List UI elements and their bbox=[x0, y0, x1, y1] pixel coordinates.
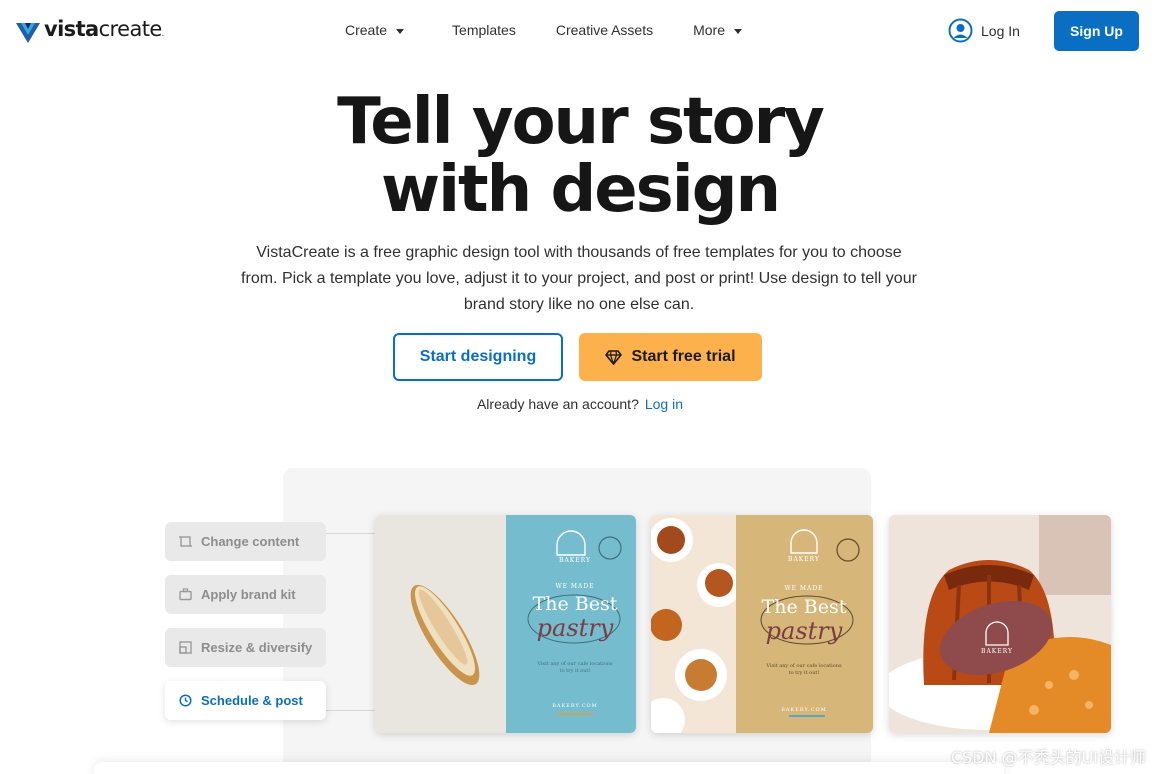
hero-title-line-2: with design bbox=[380, 153, 781, 227]
template-script: pastry bbox=[765, 617, 843, 645]
nav-more[interactable]: More bbox=[693, 22, 743, 38]
template-brand: BAKERY bbox=[788, 556, 820, 563]
log-in-link[interactable]: Log in bbox=[645, 396, 683, 412]
login-link[interactable]: Log In bbox=[948, 18, 1020, 43]
template-blurb: Visit any of our cafe locations to try i… bbox=[537, 661, 613, 674]
feature-resize-diversify[interactable]: Resize & diversify bbox=[165, 628, 326, 667]
diamond-icon bbox=[605, 349, 623, 365]
start-free-trial-button[interactable]: Start free trial bbox=[579, 333, 762, 381]
nav-create-label: Create bbox=[345, 22, 388, 38]
template-kicker: WE MADE bbox=[555, 583, 595, 590]
watermark: CSDN @不秃头的UI设计师 bbox=[950, 748, 1146, 767]
feature-apply-brand-kit[interactable]: Apply brand kit bbox=[165, 575, 326, 614]
template-headline: The Best bbox=[761, 596, 847, 618]
template-brand: BAKERY bbox=[559, 557, 591, 564]
template-script: pastry bbox=[536, 614, 614, 642]
clock-icon bbox=[179, 694, 192, 707]
chevron-down-icon bbox=[734, 28, 743, 34]
user-account-icon bbox=[948, 18, 973, 43]
account-prompt-text: Already have an account? bbox=[476, 396, 639, 412]
hero-title-line-1: Tell your story bbox=[337, 85, 825, 159]
nav-creative-assets-label: Creative Assets bbox=[555, 22, 654, 38]
template-url: BAKERY.COM bbox=[781, 707, 827, 713]
template-blurb: Visit any of our cafe locations to try i… bbox=[766, 663, 842, 676]
account-prompt: Already have an account? Log in bbox=[0, 396, 1160, 412]
logo-wordmark: vistacreate. bbox=[44, 17, 164, 41]
connector-line bbox=[326, 533, 376, 534]
nav-creative-assets[interactable]: Creative Assets bbox=[556, 22, 653, 38]
template-kicker: WE MADE bbox=[784, 585, 824, 592]
connector-line bbox=[326, 710, 376, 711]
nav-templates-label: Templates bbox=[452, 22, 516, 38]
resize-icon bbox=[179, 641, 192, 654]
feature-change-content[interactable]: Change content bbox=[165, 522, 326, 561]
sign-up-button[interactable]: Sign Up bbox=[1054, 11, 1139, 51]
hero-title: Tell your story with design bbox=[0, 88, 1160, 224]
template-headline: The Best bbox=[532, 593, 618, 615]
template-artwork bbox=[889, 515, 1111, 733]
feature-label: Resize & diversify bbox=[201, 640, 313, 655]
feature-label: Change content bbox=[201, 534, 300, 549]
crop-icon bbox=[179, 536, 192, 547]
template-url: BAKERY.COM bbox=[552, 703, 598, 709]
template-brand: BAKERY bbox=[981, 648, 1013, 655]
logo-mark-icon bbox=[16, 22, 40, 43]
vistacreate-logo[interactable]: vistacreate. bbox=[16, 17, 164, 46]
main-nav: Create Templates Creative Assets More bbox=[345, 22, 743, 38]
feature-schedule-post[interactable]: Schedule & post bbox=[165, 681, 326, 720]
top-navigation: vistacreate. Create Templates Creative A… bbox=[0, 0, 1160, 62]
nav-more-label: More bbox=[693, 22, 726, 38]
template-preview-caneles[interactable]: BAKERY WE MADE The Best pastry Visit any… bbox=[651, 515, 873, 733]
feature-label: Schedule & post bbox=[201, 693, 303, 708]
template-preview-eclair[interactable]: BAKERY WE MADE The Best pastry Visit any… bbox=[375, 515, 636, 733]
feature-label: Apply brand kit bbox=[201, 587, 296, 602]
start-designing-button[interactable]: Start designing bbox=[393, 333, 563, 381]
next-section-card bbox=[94, 762, 1004, 774]
chevron-down-icon bbox=[396, 28, 405, 34]
start-free-trial-label: Start free trial bbox=[631, 348, 736, 365]
nav-create[interactable]: Create bbox=[345, 22, 405, 38]
nav-templates[interactable]: Templates bbox=[452, 22, 516, 38]
briefcase-icon bbox=[179, 588, 192, 601]
hero-subtitle: VistaCreate is a free graphic design too… bbox=[241, 244, 917, 313]
login-label: Log In bbox=[981, 22, 1020, 39]
template-preview-closeup[interactable]: BAKERY bbox=[889, 515, 1111, 733]
